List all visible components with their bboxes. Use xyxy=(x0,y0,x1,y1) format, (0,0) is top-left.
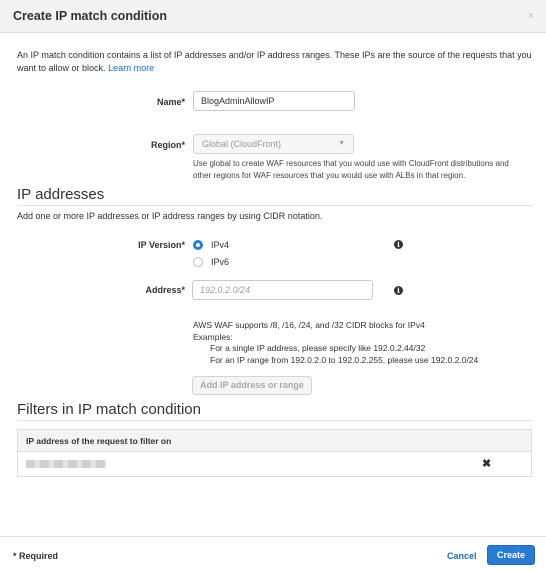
remove-icon[interactable]: ✖ xyxy=(482,457,491,470)
info-icon[interactable]: i xyxy=(394,240,403,249)
info-icon[interactable]: i xyxy=(394,286,403,295)
address-label: Address* xyxy=(145,285,185,295)
add-ip-button[interactable]: Add IP address or range xyxy=(192,376,312,395)
region-select-value: Global (CloudFront) xyxy=(202,139,282,149)
redacted-ip-address xyxy=(26,460,106,468)
chevron-down-icon: ▼ xyxy=(338,140,345,147)
cidr-help: AWS WAF supports /8, /16, /24, and /32 C… xyxy=(193,320,478,367)
dialog-title: Create IP match condition xyxy=(13,9,167,23)
ip-addresses-description: Add one or more IP addresses or IP addre… xyxy=(17,211,323,221)
create-button[interactable]: Create xyxy=(487,545,535,565)
radio-ipv6-label: IPv6 xyxy=(211,257,230,267)
dialog-header: Create IP match condition × xyxy=(0,0,546,33)
ip-addresses-heading: IP addresses xyxy=(17,186,105,203)
region-help-text: Use global to create WAF resources that … xyxy=(193,159,509,180)
examples-label: Examples: xyxy=(193,331,233,342)
example-range: For an IP range from 192.0.2.0 to 192.0.… xyxy=(210,355,479,366)
filters-heading: Filters in IP match condition xyxy=(17,401,201,418)
section-divider xyxy=(17,420,533,421)
learn-more-link[interactable]: Learn more xyxy=(108,63,154,73)
name-label: Name* xyxy=(156,97,185,107)
radio-ipv4-label: IPv4 xyxy=(211,240,230,250)
filters-table: IP address of the request to filter on ✖ xyxy=(17,429,532,477)
example-single: For a single IP address, please specify … xyxy=(210,343,426,354)
radio-ipv4[interactable] xyxy=(193,240,203,250)
section-divider xyxy=(17,205,533,206)
table-row: ✖ xyxy=(18,452,531,476)
address-input[interactable]: 192.0.2.0/24 xyxy=(192,280,373,300)
region-label: Region* xyxy=(150,140,185,150)
ip-version-label: IP Version* xyxy=(138,240,185,250)
intro-text: An IP match condition contains a list of… xyxy=(17,49,532,75)
close-icon[interactable]: × xyxy=(528,10,534,22)
name-input[interactable]: BlogAdminAllowIP xyxy=(193,91,355,111)
cidr-note: AWS WAF supports /8, /16, /24, and /32 C… xyxy=(193,320,425,330)
region-select[interactable]: Global (CloudFront) ▼ xyxy=(193,134,354,154)
cancel-button[interactable]: Cancel xyxy=(447,551,477,561)
intro-description: An IP match condition contains a list of… xyxy=(17,50,532,73)
table-header: IP address of the request to filter on xyxy=(18,430,531,452)
required-note: * Required xyxy=(13,551,59,561)
radio-ipv6[interactable] xyxy=(193,257,203,267)
dialog-footer: * Required Cancel Create xyxy=(0,536,546,570)
